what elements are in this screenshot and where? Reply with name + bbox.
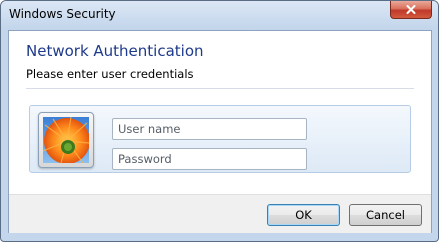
close-button[interactable] [390,1,432,19]
title-bar[interactable]: Windows Security [1,1,438,28]
divider [26,88,414,89]
button-bar: OK Cancel [9,194,431,233]
ok-button[interactable]: OK [267,204,340,226]
dialog-body: Network Authentication Please enter user… [8,30,432,233]
credential-tile [29,105,411,173]
cancel-button[interactable]: Cancel [349,204,422,226]
close-icon [406,5,416,14]
password-input[interactable] [112,148,307,170]
dialog-window: Windows Security Network Authentication … [0,0,439,242]
window-title: Windows Security [9,7,116,21]
username-input[interactable] [112,118,307,140]
dialog-subheading: Please enter user credentials [26,67,194,81]
dialog-heading: Network Authentication [26,42,204,60]
user-tile-flower-icon [38,112,94,168]
